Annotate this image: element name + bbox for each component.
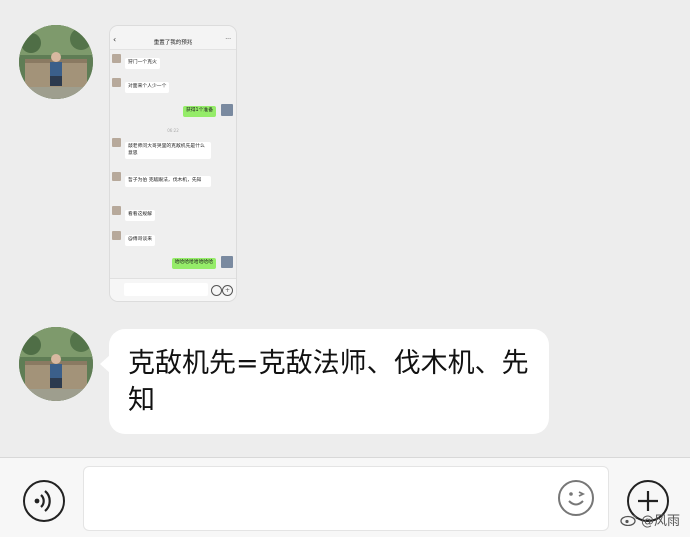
screenshot-header: ‹ 重置了我的预兆 ··· [110, 26, 236, 50]
message-text: 克敌机先=克敌法师、伐木机、先知 [128, 348, 529, 416]
sender-avatar[interactable] [19, 25, 93, 99]
avatar-photo [19, 327, 93, 401]
screenshot-title: 重置了我的预兆 [153, 40, 193, 46]
emoji-icon [568, 491, 586, 506]
voice-button[interactable] [23, 480, 65, 522]
mini-plus-icon: + [222, 285, 233, 296]
text-message-bubble[interactable]: 克敌机先=克敌法师、伐木机、先知 [100, 329, 549, 434]
mini-timestamp: 06:22 [167, 128, 179, 133]
mini-avatar [112, 138, 121, 147]
mini-avatar [221, 104, 233, 116]
mini-bubble: 看看这规解 [125, 210, 155, 221]
mini-avatar [112, 172, 121, 181]
more-icon: ··· [225, 36, 231, 43]
sender-avatar[interactable] [19, 327, 93, 401]
message-input[interactable] [83, 466, 609, 531]
mini-emoji-icon [211, 285, 222, 296]
mini-bubble: @傅哥谈来 [125, 235, 155, 246]
watermark-text: @风雨 [640, 514, 680, 529]
screenshot-input-bar: + [110, 278, 236, 301]
mini-input-field [124, 283, 208, 296]
emoji-button[interactable] [558, 480, 594, 516]
watermark: @风雨 [620, 510, 680, 529]
mini-avatar [221, 256, 233, 268]
chat-screenshot-image[interactable]: ‹ 重置了我的预兆 ··· 狩门一个克火 对面来个人少一个 获得1个准备 06:… [109, 25, 237, 302]
mini-avatar [112, 54, 121, 63]
mini-bubble: 哲子为伯 克敌跟法，伐木机，先知 [125, 176, 211, 187]
mini-bubble: 敲老师问大哥哭里的克敌机先是什么意思 [125, 142, 211, 159]
mini-bubble: 获得1个准备 [182, 106, 216, 117]
avatar-photo [19, 25, 93, 99]
weibo-logo-icon [620, 514, 638, 526]
mini-bubble: 哈哈哈哈哈哈哈哈 [171, 258, 216, 269]
mini-avatar [112, 78, 121, 87]
mini-avatar [112, 206, 121, 215]
mini-bubble: 狩门一个克火 [125, 58, 160, 69]
mini-bubble: 对面来个人少一个 [125, 82, 170, 93]
voice-icon [34, 490, 51, 512]
chat-input-bar: @风雨 [0, 457, 690, 537]
mini-avatar [112, 231, 121, 240]
